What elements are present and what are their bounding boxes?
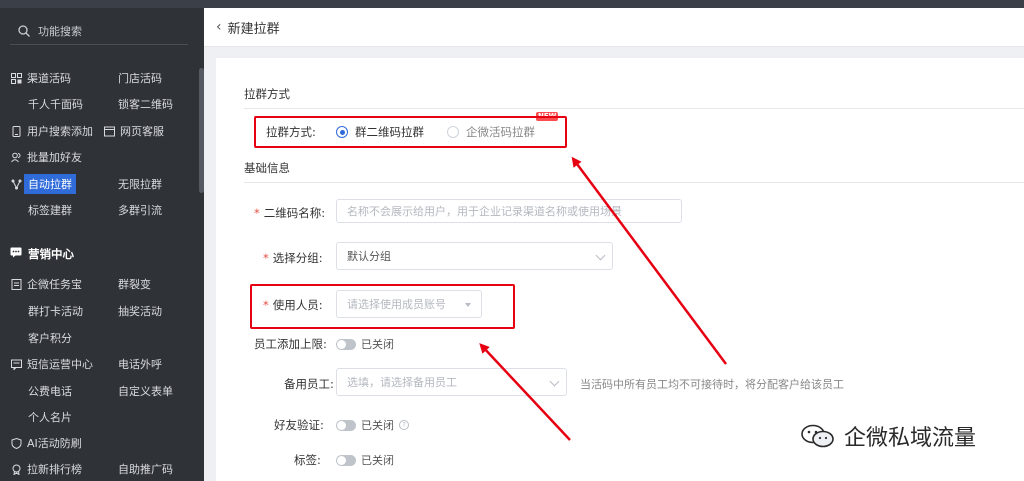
arrow-to-method-box	[571, 156, 728, 365]
wechat-logo-icon	[801, 424, 834, 448]
watermark-text: 企微私域流量	[844, 426, 977, 451]
annotation-arrows	[479, 156, 728, 441]
watermark: 企微私域流量	[800, 420, 976, 452]
arrow-to-staff-box	[479, 343, 571, 441]
